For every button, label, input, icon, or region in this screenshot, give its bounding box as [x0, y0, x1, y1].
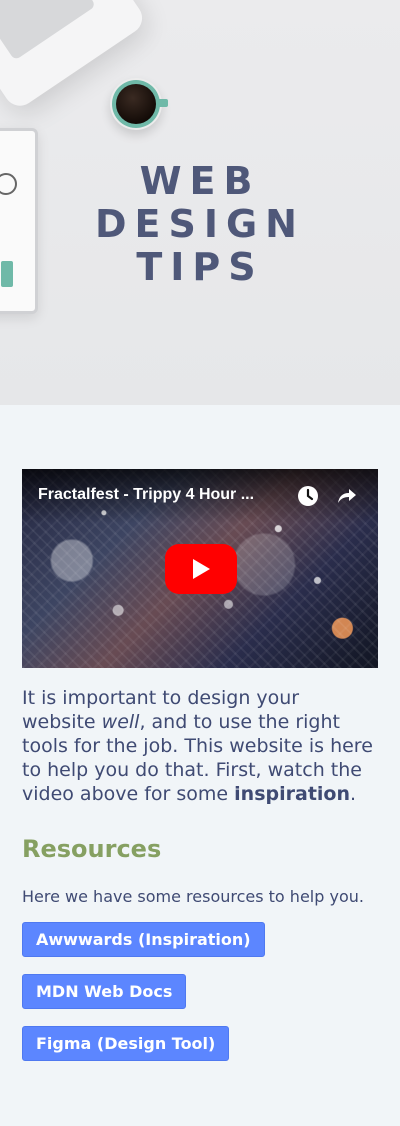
- laptop-screen: [0, 0, 97, 61]
- intro-paragraph: It is important to design your website w…: [22, 686, 378, 806]
- figma-link[interactable]: Figma (Design Tool): [22, 1026, 230, 1061]
- play-button[interactable]: [165, 544, 237, 594]
- paper-green-mark: [1, 261, 13, 287]
- mdn-web-docs-link[interactable]: MDN Web Docs: [22, 974, 187, 1009]
- hero-banner: WEB DESIGN TIPS: [0, 0, 400, 405]
- resource-links: Awwwards (Inspiration) MDN Web Docs Figm…: [22, 922, 378, 1061]
- coffee-image: [116, 84, 156, 124]
- main-content: Fractalfest - Trippy 4 Hour ... It is im…: [0, 405, 400, 1061]
- coffee-cup-handle: [158, 99, 168, 107]
- resources-description: Here we have some resources to help you.: [22, 887, 364, 906]
- page-title: WEB DESIGN TIPS: [94, 159, 305, 289]
- resources-heading: Resources: [22, 835, 162, 863]
- awwwards-link[interactable]: Awwwards (Inspiration): [22, 922, 265, 957]
- intro-emphasis-well: well: [101, 711, 140, 733]
- play-icon: [193, 559, 210, 579]
- intro-text-part3: .: [350, 783, 357, 805]
- paper-image: [0, 128, 38, 314]
- video-player[interactable]: Fractalfest - Trippy 4 Hour ...: [22, 469, 378, 668]
- share-icon[interactable]: [335, 484, 359, 508]
- intro-strong-inspiration: inspiration: [234, 783, 350, 805]
- video-title[interactable]: Fractalfest - Trippy 4 Hour ...: [38, 485, 288, 505]
- paper-circle-mark: [0, 173, 17, 195]
- clock-icon[interactable]: [296, 484, 320, 508]
